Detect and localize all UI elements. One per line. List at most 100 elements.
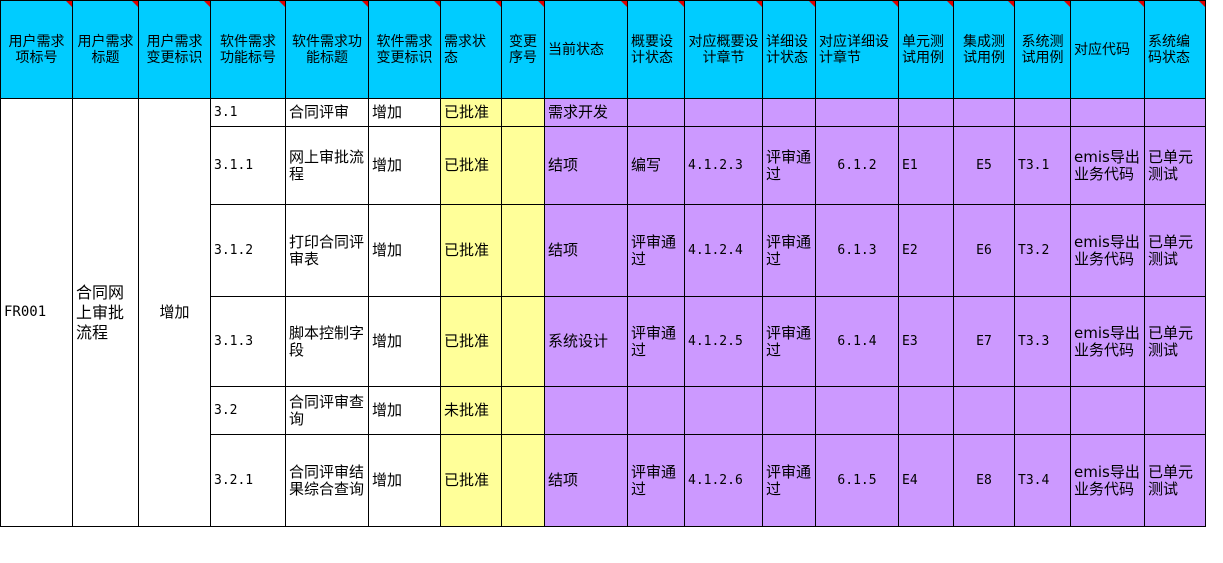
cell-change-seq[interactable] bbox=[501, 204, 545, 297]
header-unit-test[interactable]: 单元测试用例 bbox=[898, 0, 954, 99]
cell-outline-status[interactable] bbox=[627, 98, 685, 127]
cell-detail-status[interactable]: 评审通过 bbox=[762, 204, 816, 297]
cell-func-title[interactable]: 合同评审查询 bbox=[285, 386, 369, 435]
cell-func-title[interactable]: 合同评审 bbox=[285, 98, 369, 127]
cell-outline-status[interactable]: 评审通过 bbox=[627, 434, 685, 527]
cell-detail-status[interactable]: 评审通过 bbox=[762, 296, 816, 387]
cell-func-id[interactable]: 3.2.1 bbox=[210, 434, 286, 527]
header-detail-status[interactable]: 详细设计状态 bbox=[762, 0, 816, 99]
cell-req-status[interactable]: 已批准 bbox=[440, 434, 502, 527]
cell-code[interactable] bbox=[1070, 386, 1145, 435]
cell-outline-section[interactable] bbox=[684, 98, 763, 127]
header-outline-section[interactable]: 对应概要设计章节 bbox=[684, 0, 763, 99]
cell-outline-status[interactable]: 评审通过 bbox=[627, 204, 685, 297]
cell-req-status[interactable]: 已批准 bbox=[440, 98, 502, 127]
cell-func-id[interactable]: 3.1.1 bbox=[210, 126, 286, 205]
cell-func-title[interactable]: 脚本控制字段 bbox=[285, 296, 369, 387]
cell-integration-test[interactable] bbox=[953, 386, 1015, 435]
cell-code[interactable]: emis导出业务代码 bbox=[1070, 126, 1145, 205]
cell-current-status[interactable]: 系统设计 bbox=[544, 296, 628, 387]
cell-outline-section[interactable]: 4.1.2.3 bbox=[684, 126, 763, 205]
cell-req-status[interactable]: 已批准 bbox=[440, 204, 502, 297]
group-req-id[interactable]: FR001 bbox=[0, 98, 73, 527]
cell-outline-section[interactable] bbox=[684, 386, 763, 435]
cell-func-change[interactable]: 增加 bbox=[368, 386, 441, 435]
cell-func-id[interactable]: 3.2 bbox=[210, 386, 286, 435]
cell-system-code-status[interactable]: 已单元测试 bbox=[1144, 204, 1206, 297]
header-func-title[interactable]: 软件需求功能标题 bbox=[285, 0, 369, 99]
cell-func-change[interactable]: 增加 bbox=[368, 434, 441, 527]
cell-outline-status[interactable] bbox=[627, 386, 685, 435]
cell-change-seq[interactable] bbox=[501, 98, 545, 127]
cell-detail-status[interactable]: 评审通过 bbox=[762, 126, 816, 205]
cell-unit-test[interactable]: E1 bbox=[898, 126, 954, 205]
cell-current-status[interactable] bbox=[544, 386, 628, 435]
cell-detail-section[interactable] bbox=[815, 98, 899, 127]
cell-func-title[interactable]: 合同评审结果综合查询 bbox=[285, 434, 369, 527]
header-req-title[interactable]: 用户需求标题 bbox=[72, 0, 139, 99]
cell-code[interactable]: emis导出业务代码 bbox=[1070, 296, 1145, 387]
cell-system-test[interactable]: T3.3 bbox=[1014, 296, 1071, 387]
cell-system-code-status[interactable]: 已单元测试 bbox=[1144, 296, 1206, 387]
cell-detail-section[interactable]: 6.1.5 bbox=[815, 434, 899, 527]
cell-current-status[interactable]: 结项 bbox=[544, 204, 628, 297]
header-func-id[interactable]: 软件需求功能标号 bbox=[210, 0, 286, 99]
cell-system-code-status[interactable] bbox=[1144, 386, 1206, 435]
cell-detail-section[interactable]: 6.1.2 bbox=[815, 126, 899, 205]
cell-system-test[interactable]: T3.4 bbox=[1014, 434, 1071, 527]
cell-change-seq[interactable] bbox=[501, 386, 545, 435]
cell-integration-test[interactable] bbox=[953, 98, 1015, 127]
cell-detail-section[interactable] bbox=[815, 386, 899, 435]
cell-unit-test[interactable]: E2 bbox=[898, 204, 954, 297]
cell-change-seq[interactable] bbox=[501, 296, 545, 387]
header-change-seq[interactable]: 变更序号 bbox=[501, 0, 545, 99]
cell-unit-test[interactable]: E4 bbox=[898, 434, 954, 527]
cell-func-change[interactable]: 增加 bbox=[368, 98, 441, 127]
cell-req-status[interactable]: 未批准 bbox=[440, 386, 502, 435]
cell-detail-status[interactable]: 评审通过 bbox=[762, 434, 816, 527]
cell-req-status[interactable]: 已批准 bbox=[440, 126, 502, 205]
cell-integration-test[interactable]: E6 bbox=[953, 204, 1015, 297]
cell-func-change[interactable]: 增加 bbox=[368, 204, 441, 297]
header-outline-status[interactable]: 概要设计状态 bbox=[627, 0, 685, 99]
header-integration-test[interactable]: 集成测试用例 bbox=[953, 0, 1015, 99]
cell-code[interactable] bbox=[1070, 98, 1145, 127]
header-system-code-status[interactable]: 系统编码状态 bbox=[1144, 0, 1206, 99]
cell-outline-section[interactable]: 4.1.2.6 bbox=[684, 434, 763, 527]
cell-system-code-status[interactable] bbox=[1144, 98, 1206, 127]
cell-detail-status[interactable] bbox=[762, 386, 816, 435]
cell-integration-test[interactable]: E8 bbox=[953, 434, 1015, 527]
cell-system-test[interactable] bbox=[1014, 386, 1071, 435]
cell-func-id[interactable]: 3.1.3 bbox=[210, 296, 286, 387]
cell-current-status[interactable]: 需求开发 bbox=[544, 98, 628, 127]
cell-detail-section[interactable]: 6.1.4 bbox=[815, 296, 899, 387]
header-system-test[interactable]: 系统测试用例 bbox=[1014, 0, 1071, 99]
cell-outline-status[interactable]: 评审通过 bbox=[627, 296, 685, 387]
header-req-id[interactable]: 用户需求项标号 bbox=[0, 0, 73, 99]
cell-detail-section[interactable]: 6.1.3 bbox=[815, 204, 899, 297]
cell-system-code-status[interactable]: 已单元测试 bbox=[1144, 126, 1206, 205]
cell-system-test[interactable]: T3.2 bbox=[1014, 204, 1071, 297]
cell-unit-test[interactable]: E3 bbox=[898, 296, 954, 387]
header-code[interactable]: 对应代码 bbox=[1070, 0, 1145, 99]
cell-func-title[interactable]: 网上审批流程 bbox=[285, 126, 369, 205]
group-req-change[interactable]: 增加 bbox=[138, 98, 211, 527]
cell-system-code-status[interactable]: 已单元测试 bbox=[1144, 434, 1206, 527]
cell-func-id[interactable]: 3.1.2 bbox=[210, 204, 286, 297]
cell-outline-status[interactable]: 编写 bbox=[627, 126, 685, 205]
cell-change-seq[interactable] bbox=[501, 126, 545, 205]
cell-code[interactable]: emis导出业务代码 bbox=[1070, 204, 1145, 297]
cell-func-change[interactable]: 增加 bbox=[368, 126, 441, 205]
cell-outline-section[interactable]: 4.1.2.4 bbox=[684, 204, 763, 297]
cell-integration-test[interactable]: E7 bbox=[953, 296, 1015, 387]
cell-outline-section[interactable]: 4.1.2.5 bbox=[684, 296, 763, 387]
cell-func-change[interactable]: 增加 bbox=[368, 296, 441, 387]
cell-change-seq[interactable] bbox=[501, 434, 545, 527]
group-req-title[interactable]: 合同网上审批流程 bbox=[72, 98, 139, 527]
header-req-change[interactable]: 用户需求变更标识 bbox=[138, 0, 211, 99]
cell-current-status[interactable]: 结项 bbox=[544, 434, 628, 527]
cell-system-test[interactable] bbox=[1014, 98, 1071, 127]
cell-system-test[interactable]: T3.1 bbox=[1014, 126, 1071, 205]
cell-unit-test[interactable] bbox=[898, 98, 954, 127]
header-func-change[interactable]: 软件需求变更标识 bbox=[368, 0, 441, 99]
